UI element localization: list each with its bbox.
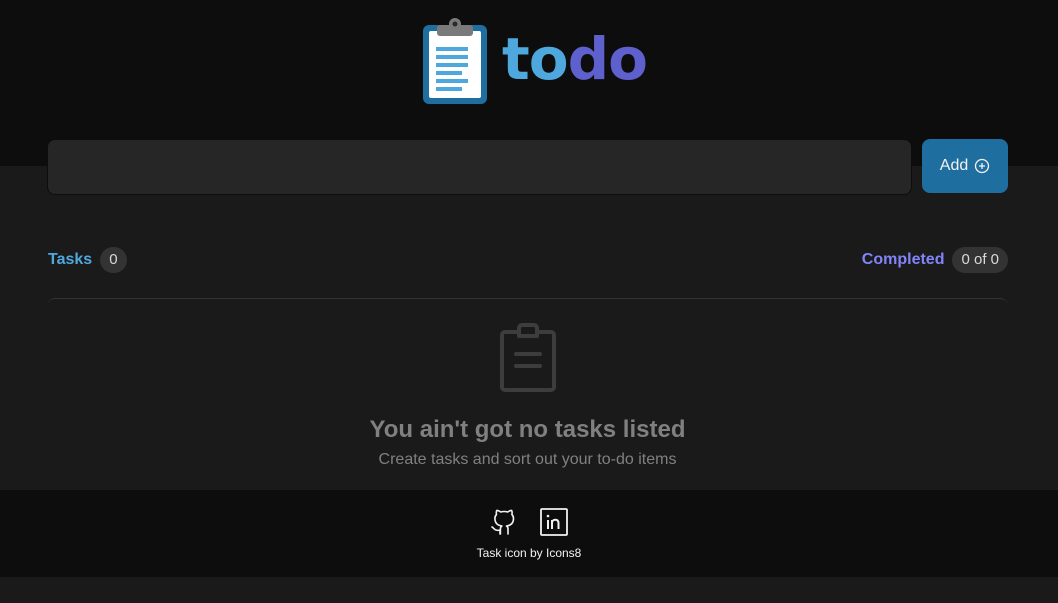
clipboard-logo-icon xyxy=(423,18,487,104)
add-task-button[interactable]: Add xyxy=(922,139,1008,193)
tasks-count-badge: 0 xyxy=(100,247,127,273)
empty-state-subtitle: Create tasks and sort out your to-do ite… xyxy=(378,451,677,468)
linkedin-link[interactable] xyxy=(538,507,570,537)
footer: Task icon by Icons8 xyxy=(0,490,1058,577)
add-task-form: Add xyxy=(47,139,1008,195)
logo: todo xyxy=(422,16,648,106)
icon-credit: Task icon by Icons8 xyxy=(476,546,582,560)
task-counters: Tasks 0 Completed 0 of 0 xyxy=(48,246,1008,274)
empty-state-title: You ain't got no tasks listed xyxy=(369,416,686,443)
app-title-part1: to xyxy=(502,25,569,93)
plus-circle-icon xyxy=(975,158,990,174)
task-input[interactable] xyxy=(47,139,912,195)
completed-count-badge: 0 of 0 xyxy=(952,247,1008,273)
tasks-counter: Tasks 0 xyxy=(48,247,127,273)
social-links xyxy=(0,507,1058,537)
linkedin-icon xyxy=(540,508,568,536)
clipboard-icon xyxy=(500,323,556,392)
empty-state: You ain't got no tasks listed Create tas… xyxy=(47,298,1008,490)
tasks-label: Tasks xyxy=(48,251,93,268)
github-link[interactable] xyxy=(488,507,520,537)
add-button-label: Add xyxy=(939,157,969,174)
github-icon xyxy=(491,509,515,535)
app-title: todo xyxy=(502,30,648,88)
completed-counter: Completed 0 of 0 xyxy=(862,247,1008,273)
app-title-part2: do xyxy=(567,25,648,93)
completed-label: Completed xyxy=(861,251,945,268)
